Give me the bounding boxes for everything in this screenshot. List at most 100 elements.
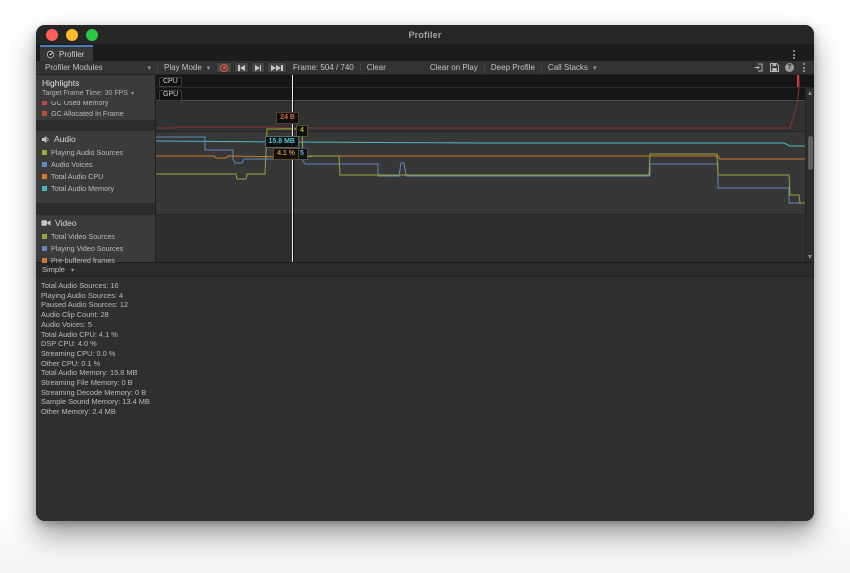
next-frame-icon [260,65,262,71]
toolbar-separator [157,63,158,73]
playhead-value-tooltip: 15.8 MB [265,136,299,148]
video-header: Video [36,215,155,230]
legend-swatch [42,186,47,191]
call-stacks-label: Call Stacks [548,63,588,72]
legend-swatch [42,101,47,105]
zoom-window-button[interactable] [86,29,98,41]
window-title: Profiler [408,30,441,40]
tab-profiler-label: Profiler [59,50,84,59]
load-profile-icon[interactable] [754,63,764,72]
legend-item-total-audio-memory[interactable]: Total Audio Memory [36,183,155,195]
legend-swatch [42,150,47,155]
profiler-charts[interactable]: CPU GPU 24 B415.8 MB54.1 % [156,75,814,262]
legend-swatch [42,174,47,179]
legend-swatch [42,111,47,116]
legend-item-audio-voices[interactable]: Audio Voices [36,158,155,170]
legend-item-playing-video-sources[interactable]: Playing Video Sources [36,242,155,254]
minimize-window-button[interactable] [66,29,78,41]
page-background: Profiler Profiler Profiler Modules [0,0,850,573]
chart-vertical-scrollbar[interactable] [805,88,814,262]
call-stacks-dropdown[interactable]: Call Stacks [543,61,602,74]
toolbar-separator [541,63,542,73]
module-memory-partial[interactable]: GC Used Memory GC Allocated In Frame [36,101,155,120]
previous-frame-button[interactable] [234,62,249,73]
play-mode-dropdown[interactable]: Play Mode [159,61,215,74]
record-button[interactable] [216,62,232,73]
legend-item-playing-audio-sources[interactable]: Playing Audio Sources [36,146,155,158]
modules-sidebar: Highlights Target Frame Time: 30 FPS GC … [36,75,156,262]
legend-label: Playing Video Sources [51,244,123,253]
stat-line: Streaming File Memory: 0 B [41,378,814,388]
profiler-modules-label: Profiler Modules [45,63,103,72]
legend-item-total-video-sources[interactable]: Total Video Sources [36,230,155,242]
scrollbar-thumb[interactable] [808,136,813,170]
stat-line: Playing Audio Sources: 4 [41,291,814,301]
video-title: Video [55,218,77,228]
module-video[interactable]: Video Total Video Sources Playing Video … [36,215,155,262]
clear-button[interactable]: Clear [362,61,391,74]
legend-label: Playing Audio Sources [51,148,123,157]
stat-line: Audio Clip Count: 28 [41,310,814,320]
toolbar-separator [360,63,361,73]
close-window-button[interactable] [46,29,58,41]
toolbar-separator [484,63,485,73]
scroll-up-icon[interactable] [808,91,812,95]
legend-label: GC Used Memory [51,101,109,107]
profiler-toolbar: Profiler Modules Play Mode Frame: 504 / … [36,61,814,75]
stat-line: Streaming CPU: 0.0 % [41,349,814,359]
legend-swatch [42,162,47,167]
stat-line: Audio Voices: 5 [41,320,814,330]
audio-header: Audio [36,131,155,146]
legend-swatch [42,258,47,263]
toolbar-menu-icon[interactable] [800,61,808,74]
module-highlights[interactable]: Highlights Target Frame Time: 30 FPS [36,75,155,101]
previous-frame-icon-arrow [240,65,245,71]
deep-profile-toggle[interactable]: Deep Profile [486,61,540,74]
series-audio-voices [156,137,806,203]
module-audio[interactable]: Audio Playing Audio Sources Audio Voices… [36,131,155,203]
legend-label: Audio Voices [51,160,93,169]
series-playing-audio-sources [156,129,806,203]
tab-bar: Profiler [36,45,814,61]
stat-line: Total Audio Memory: 15.8 MB [41,368,814,378]
legend-swatch [42,234,47,239]
legend-label: GC Allocated In Frame [51,109,124,118]
audio-title: Audio [54,134,76,144]
stat-line: Sample Sound Memory: 13.4 MB [41,397,814,407]
current-frame-icon-bar [281,65,283,71]
legend-label: Pre-buffered frames [51,256,115,265]
tab-profiler[interactable]: Profiler [40,45,93,61]
stat-line: Paused Audio Sources: 12 [41,300,814,310]
scroll-down-icon[interactable] [808,255,812,259]
profiler-modules-dropdown[interactable]: Profiler Modules [40,61,156,74]
target-frame-time-dropdown[interactable]: Target Frame Time: 30 FPS [36,89,155,99]
stat-line: Total Audio CPU: 4.1 % [41,330,814,340]
profiler-gauge-icon [46,50,55,59]
tab-bar-menu-icon[interactable] [790,48,798,61]
series-total-audio-memory [156,141,806,146]
stat-line: Other Memory: 2.4 MB [41,407,814,417]
save-profile-icon[interactable] [770,63,779,72]
highlights-title: Highlights [36,75,155,89]
stat-line: Total Audio Sources: 16 [41,281,814,291]
video-camera-icon [41,219,51,227]
legend-item-total-audio-cpu[interactable]: Total Audio CPU [36,170,155,182]
playhead-line[interactable] [292,75,294,262]
next-frame-button[interactable] [251,62,266,73]
stat-line: Streaming Decode Memory: 0 B [41,388,814,398]
stat-line: DSP CPU: 4.0 % [41,339,814,349]
toolbar-right-icons: ? [754,61,810,74]
current-frame-button[interactable] [267,62,287,73]
playhead-value-tooltip: 24 B [276,112,299,124]
legend-label: Total Video Sources [51,232,115,241]
clear-on-play-toggle[interactable]: Clear on Play [425,61,483,74]
help-icon[interactable]: ? [785,63,794,72]
record-icon [220,64,228,72]
traffic-lights [46,29,98,41]
legend-item-pre-buffered-frames[interactable]: Pre-buffered frames [36,254,155,266]
legend-item-gc-allocated[interactable]: GC Allocated In Frame [36,107,155,119]
play-mode-label: Play Mode [164,63,202,72]
legend-label: Total Audio Memory [51,184,114,193]
stat-line: Other CPU: 0.1 % [41,359,814,369]
profiler-window: Profiler Profiler Profiler Modules [36,25,814,521]
